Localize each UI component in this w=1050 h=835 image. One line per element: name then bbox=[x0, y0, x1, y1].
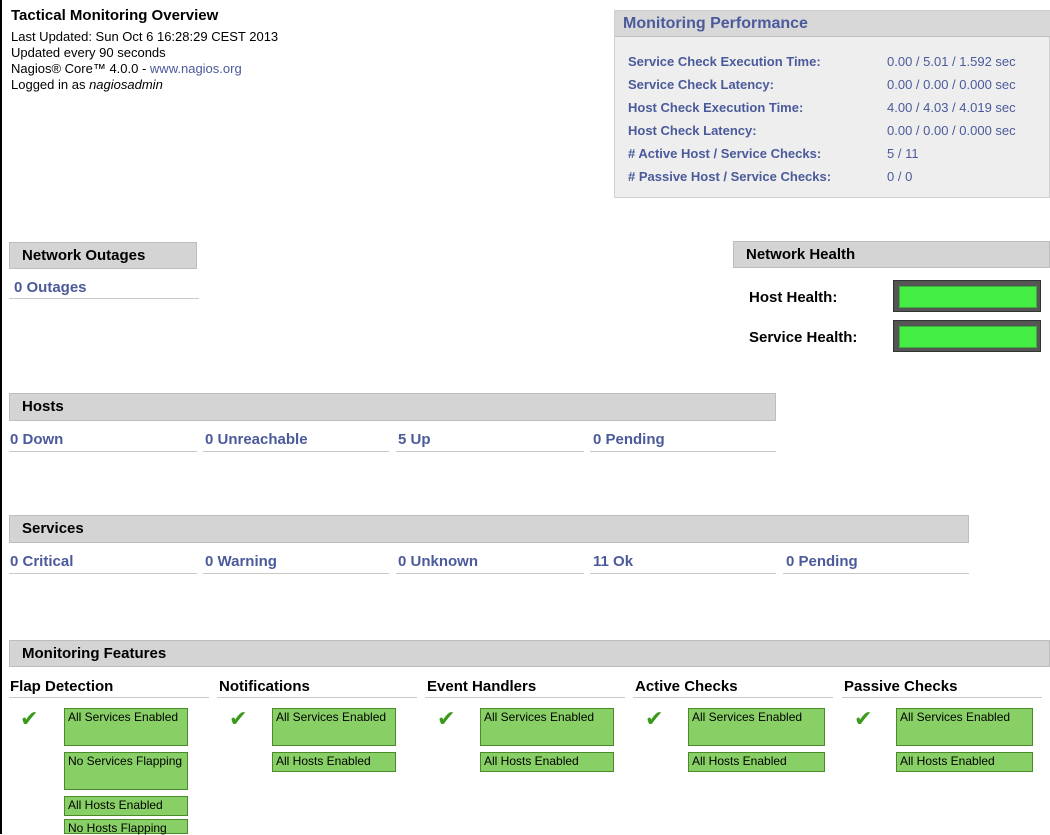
page-title: Tactical Monitoring Overview bbox=[11, 7, 219, 24]
active-checks-services-enabled-box[interactable]: All Services Enabled bbox=[688, 708, 825, 746]
divider bbox=[9, 697, 209, 698]
feature-title-passive-checks: Passive Checks bbox=[844, 678, 958, 695]
divider bbox=[590, 451, 776, 452]
window-border bbox=[0, 0, 2, 834]
services-warning-link[interactable]: 0 Warning bbox=[205, 553, 277, 570]
perf-value-link[interactable]: 0 / 0 bbox=[887, 169, 912, 184]
perf-row: # Active Host / Service Checks: 5 / 11 bbox=[628, 146, 1048, 166]
perf-label-link[interactable]: Host Check Latency: bbox=[628, 123, 757, 138]
divider bbox=[783, 573, 969, 574]
services-header: Services bbox=[9, 515, 969, 543]
logged-in-line: Logged in as nagiosadmin bbox=[11, 77, 163, 93]
green-check-icon: ✔ bbox=[854, 706, 873, 731]
perf-label-link[interactable]: Host Check Execution Time: bbox=[628, 100, 803, 115]
perf-label-link[interactable]: # Active Host / Service Checks: bbox=[628, 146, 821, 161]
host-health-label: Host Health: bbox=[749, 289, 838, 306]
flap-services-enabled-box[interactable]: All Services Enabled bbox=[64, 708, 188, 746]
divider bbox=[590, 573, 776, 574]
perf-label-link[interactable]: Service Check Latency: bbox=[628, 77, 774, 92]
notifications-hosts-enabled-box[interactable]: All Hosts Enabled bbox=[272, 752, 396, 772]
logged-in-text: Logged in as bbox=[11, 77, 90, 92]
divider bbox=[425, 697, 625, 698]
flap-hosts-flapping-box[interactable]: No Hosts Flapping bbox=[64, 819, 188, 835]
username: nagiosadmin bbox=[89, 77, 163, 92]
hosts-down-link[interactable]: 0 Down bbox=[10, 431, 63, 448]
perf-label-link[interactable]: # Passive Host / Service Checks: bbox=[628, 169, 831, 184]
green-check-icon: ✔ bbox=[645, 706, 664, 731]
perf-row: Service Check Latency: 0.00 / 0.00 / 0.0… bbox=[628, 77, 1048, 97]
feature-title-active-checks: Active Checks bbox=[635, 678, 738, 695]
service-health-fill bbox=[899, 326, 1037, 348]
last-updated: Last Updated: Sun Oct 6 16:28:29 CEST 20… bbox=[11, 29, 279, 44]
services-critical-link[interactable]: 0 Critical bbox=[10, 553, 73, 570]
services-pending-link[interactable]: 0 Pending bbox=[786, 553, 858, 570]
outages-link[interactable]: 0 Outages bbox=[14, 279, 87, 296]
perf-value-link[interactable]: 0.00 / 5.01 / 1.592 sec bbox=[887, 54, 1016, 69]
passive-checks-hosts-enabled-box[interactable]: All Hosts Enabled bbox=[896, 752, 1033, 772]
divider bbox=[203, 573, 389, 574]
perf-value-link[interactable]: 0.00 / 0.00 / 0.000 sec bbox=[887, 123, 1016, 138]
divider bbox=[396, 451, 584, 452]
monitoring-performance-panel: Monitoring Performance Service Check Exe… bbox=[614, 10, 1050, 198]
divider bbox=[203, 451, 389, 452]
divider bbox=[396, 573, 584, 574]
green-check-icon: ✔ bbox=[437, 706, 456, 731]
flap-services-flapping-box[interactable]: No Services Flapping bbox=[64, 752, 188, 790]
version-text: Nagios® Core™ 4.0.0 - bbox=[11, 61, 150, 76]
network-health-header: Network Health bbox=[733, 241, 1050, 268]
green-check-icon: ✔ bbox=[229, 706, 248, 731]
divider bbox=[9, 298, 199, 299]
hosts-header: Hosts bbox=[9, 393, 776, 421]
hosts-up-link[interactable]: 5 Up bbox=[398, 431, 431, 448]
perf-row: Service Check Execution Time: 0.00 / 5.0… bbox=[628, 54, 1048, 74]
hosts-pending-link[interactable]: 0 Pending bbox=[593, 431, 665, 448]
passive-checks-services-enabled-box[interactable]: All Services Enabled bbox=[896, 708, 1033, 746]
perf-row: # Passive Host / Service Checks: 0 / 0 bbox=[628, 169, 1048, 189]
perf-value-link[interactable]: 4.00 / 4.03 / 4.019 sec bbox=[887, 100, 1016, 115]
feature-title-notifications: Notifications bbox=[219, 678, 310, 695]
service-health-bar bbox=[893, 320, 1041, 352]
monitoring-performance-header: Monitoring Performance bbox=[615, 11, 1050, 37]
perf-row: Host Check Execution Time: 4.00 / 4.03 /… bbox=[628, 100, 1048, 120]
divider bbox=[217, 697, 417, 698]
notifications-services-enabled-box[interactable]: All Services Enabled bbox=[272, 708, 396, 746]
update-interval: Updated every 90 seconds bbox=[11, 45, 166, 60]
feature-title-event-handlers: Event Handlers bbox=[427, 678, 537, 695]
event-handlers-services-enabled-box[interactable]: All Services Enabled bbox=[480, 708, 614, 746]
hosts-unreachable-link[interactable]: 0 Unreachable bbox=[205, 431, 308, 448]
monitoring-performance-title: Monitoring Performance bbox=[623, 15, 808, 32]
services-unknown-link[interactable]: 0 Unknown bbox=[398, 553, 478, 570]
perf-row: Host Check Latency: 0.00 / 0.00 / 0.000 … bbox=[628, 123, 1048, 143]
event-handlers-hosts-enabled-box[interactable]: All Hosts Enabled bbox=[480, 752, 614, 772]
services-ok-link[interactable]: 11 Ok bbox=[593, 553, 633, 570]
perf-value-link[interactable]: 5 / 11 bbox=[887, 146, 919, 161]
feature-title-flap-detection: Flap Detection bbox=[10, 678, 114, 695]
service-health-label: Service Health: bbox=[749, 329, 858, 346]
flap-hosts-enabled-box[interactable]: All Hosts Enabled bbox=[64, 796, 188, 816]
divider bbox=[842, 697, 1042, 698]
green-check-icon: ✔ bbox=[20, 706, 39, 731]
active-checks-hosts-enabled-box[interactable]: All Hosts Enabled bbox=[688, 752, 825, 772]
nagios-website-link[interactable]: www.nagios.org bbox=[150, 61, 242, 76]
version-line: Nagios® Core™ 4.0.0 - www.nagios.org bbox=[11, 61, 242, 77]
network-outages-header: Network Outages bbox=[9, 242, 197, 269]
host-health-fill bbox=[899, 286, 1037, 308]
divider bbox=[9, 451, 197, 452]
perf-value-link[interactable]: 0.00 / 0.00 / 0.000 sec bbox=[887, 77, 1016, 92]
monitoring-features-header: Monitoring Features bbox=[9, 640, 1050, 667]
divider bbox=[633, 697, 833, 698]
host-health-bar bbox=[893, 280, 1041, 312]
perf-label-link[interactable]: Service Check Execution Time: bbox=[628, 54, 821, 69]
divider bbox=[9, 573, 197, 574]
